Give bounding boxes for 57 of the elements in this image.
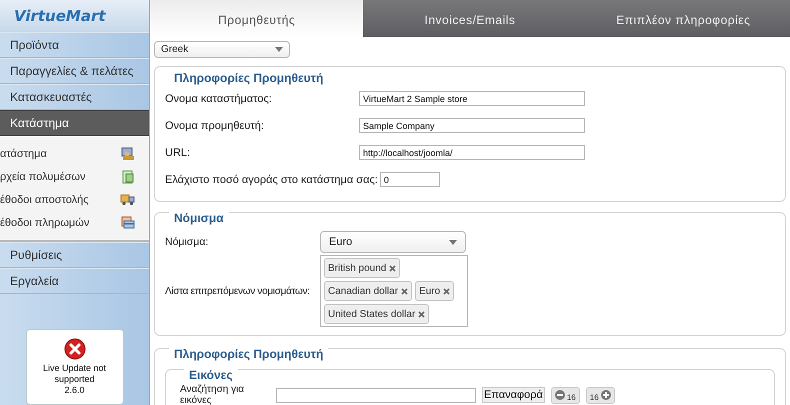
field-label: Λίστα επιτρεπόμενων νομισμάτων:	[165, 286, 311, 296]
remove-icon[interactable]	[401, 288, 408, 294]
tab[interactable]: Επιπλέον πληροφορίες	[576, 0, 790, 37]
minus-icon	[554, 390, 565, 400]
language-select[interactable]: Greek	[154, 41, 290, 58]
section-title: Εικόνες	[184, 368, 238, 382]
document-icon	[121, 170, 135, 184]
next-page-button[interactable]: 16	[586, 386, 615, 404]
sidebar-item[interactable]: Προϊόντα	[0, 32, 149, 58]
person-icon	[121, 146, 135, 161]
currency-tag[interactable]: Euro	[415, 281, 454, 301]
field-label: Ελάχιστο ποσό αγοράς στο κατάστημα σας:	[165, 174, 378, 186]
live-update-message: Live Update not supported	[42, 363, 108, 386]
sidebar-item[interactable]: Παραγγελίες & πελάτες	[0, 58, 149, 84]
sidebar-item[interactable]: Ρυθμίσεις	[0, 242, 149, 268]
field-label: Αναζήτηση για εικόνες	[180, 384, 246, 405]
remove-icon[interactable]	[443, 288, 450, 294]
input-field[interactable]: http://localhost/joomla/	[359, 145, 585, 160]
previous-page-button[interactable]: 16	[550, 386, 580, 404]
submenu-item[interactable]: ρχεία πολυμέσων	[0, 165, 149, 188]
remove-icon[interactable]	[389, 264, 396, 272]
submenu-item[interactable]: έθοδοι πληρωμών	[0, 211, 149, 234]
caret-icon	[275, 47, 283, 52]
sidebar-item[interactable]: Κατάστημα	[0, 110, 149, 136]
submenu-item[interactable]: ατάστημα	[0, 142, 149, 166]
currency-select[interactable]: Euro	[320, 231, 466, 253]
submenu-label: ατάστημα	[0, 148, 47, 160]
currency-tags-field[interactable]: British pound Canadian dollar Euro United States dollar	[320, 255, 468, 327]
currency-tag[interactable]: Canadian dollar	[324, 281, 412, 301]
section-title: Νόμισμα	[169, 211, 229, 225]
card-icon	[121, 216, 135, 230]
plus-icon	[600, 390, 611, 400]
submenu-label: έθοδοι αποστολής	[0, 194, 89, 206]
caret-icon	[449, 240, 457, 244]
field-label: Νόμισμα:	[165, 236, 210, 248]
input-field[interactable]: 0	[380, 172, 440, 187]
input-field[interactable]: VirtueMart 2 Sample store	[359, 91, 585, 106]
version-text: 2.6.0	[64, 385, 85, 396]
field-label: URL:	[165, 146, 192, 158]
field-label: Ονομα καταστήματος:	[165, 92, 273, 104]
error-icon	[64, 338, 86, 360]
submenu-item[interactable]: έθοδοι αποστολής	[0, 188, 149, 212]
submenu-label: έθοδοι πληρωμών	[0, 216, 90, 229]
tab[interactable]: Invoices/Emails	[363, 0, 577, 37]
section-title: Πληροφορίες Προμηθευτή	[169, 347, 328, 361]
tab[interactable]: Προμηθευτής	[150, 0, 364, 37]
input-field[interactable]: Sample Company	[359, 118, 585, 133]
currency-tag[interactable]: British pound	[324, 258, 400, 278]
logo: VirtueMart	[0, 0, 149, 32]
reset-button[interactable]: Επαναφορά	[482, 387, 545, 403]
currency-tag[interactable]: United States dollar	[324, 304, 430, 324]
remove-icon[interactable]	[418, 310, 426, 318]
submenu-label: ρχεία πολυμέσων	[0, 170, 86, 183]
sidebar-item[interactable]: Εργαλεία	[0, 268, 149, 294]
truck-icon	[120, 193, 135, 206]
search-field[interactable]	[276, 388, 476, 402]
field-label: Ονομα προμηθευτή:	[165, 120, 265, 132]
